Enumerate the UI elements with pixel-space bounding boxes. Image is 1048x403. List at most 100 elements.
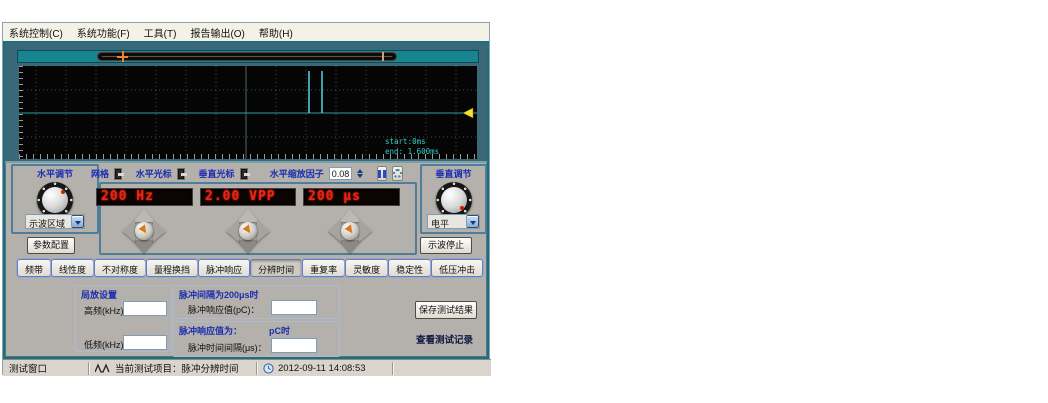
tab-asymmetry[interactable]: 不对称度 [94,259,146,277]
pulse-time-interval-input[interactable] [271,338,317,353]
menu-system-control[interactable]: 系统控制(C) [9,25,63,40]
tab-repetition-rate[interactable]: 重复率 [302,259,345,277]
arrow-down-icon[interactable] [133,240,155,253]
waveform-plot: start:0ms end: 1.600ms [19,66,477,159]
arrow-down-icon[interactable] [339,240,361,253]
pulse-response-title: 脉冲响应值为： [179,324,242,337]
pause-button[interactable] [377,166,387,181]
tab-resolution-time[interactable]: 分辨时间 [250,259,302,277]
scope-end-label: end: 1.600ms [385,147,439,156]
tab-frequency-band[interactable]: 频带 [17,259,51,277]
menu-tools[interactable]: 工具(T) [144,25,177,40]
h-zoom-label: 水平缩放因子 [270,167,324,180]
scope-area: start:0ms end: 1.600ms [5,43,487,163]
pad-center-button[interactable] [341,222,359,240]
knob-indicator-dot [61,190,65,194]
menu-report-output[interactable]: 报告输出(O) [190,25,244,40]
horizontal-adjust-knob[interactable] [37,182,73,218]
control-area: 水平调节 示波区域 网格 水平光标 [5,163,487,357]
tab-linearity[interactable]: 线性度 [51,259,94,277]
menu-system-function[interactable]: 系统功能(F) [77,25,130,40]
waveform-icon [95,363,111,373]
scope-region-select-value: 示波区域 [26,215,71,228]
hand-pointer-icon [242,224,253,235]
slider-range-bar[interactable] [97,52,397,61]
arrow-left-icon[interactable] [122,220,135,242]
arrow-right-icon[interactable] [257,220,270,242]
spinner-up-icon[interactable] [357,169,363,173]
status-datetime: 2012-09-11 14:08:53 [278,363,366,374]
arrow-up-icon[interactable] [133,209,155,222]
tab-range-switching[interactable]: 量程换挡 [146,259,198,277]
h-zoom-spinner[interactable] [357,167,363,180]
pulse-response-value-input[interactable] [271,300,317,315]
pulse-response-title-suffix: pC时 [269,324,290,337]
settings-button[interactable] [392,166,403,181]
arrow-up-icon[interactable] [339,209,361,222]
hand-pointer-icon [344,224,355,235]
pulse-response-value-label: 脉冲响应值(pC)： [188,303,260,316]
horizontal-pan-slider[interactable] [17,50,479,63]
interval-arrow-pad[interactable] [328,209,372,253]
spinner-down-icon[interactable] [357,174,363,178]
low-freq-label: 低频(kHz) [84,338,124,351]
tab-low-voltage-impulse[interactable]: 低压冲击 [431,259,483,277]
tab-stability[interactable]: 稳定性 [388,259,431,277]
grid-toggle-icon [118,173,124,176]
menu-help[interactable]: 帮助(H) [259,25,293,40]
h-cursor-toggle[interactable] [177,168,185,180]
arrow-up-icon[interactable] [237,209,259,222]
frequency-display: 200 Hz [96,188,193,206]
clock-icon [263,363,274,374]
arrow-left-icon[interactable] [226,220,239,242]
interval-display: 200 μs [303,188,400,206]
horizontal-adjust-title: 水平调节 [13,167,97,180]
chevron-down-icon[interactable] [71,215,84,228]
low-freq-input[interactable] [123,335,167,350]
arrow-left-icon[interactable] [328,220,341,242]
chevron-down-icon[interactable] [466,215,479,228]
scope-stop-button[interactable]: 示波停止 [420,237,472,254]
high-freq-input[interactable] [123,301,167,316]
pad-center-button[interactable] [239,222,257,240]
param-config-button[interactable]: 参数配置 [27,237,75,254]
v-cursor-toggle[interactable] [240,168,248,180]
grid-toggle[interactable] [114,168,122,180]
status-current-test-cell: 当前测试项目：脉冲分辨时间 [89,362,257,375]
scope-region-select[interactable]: 示波区域 [25,214,85,229]
knob-indicator-dot [460,206,464,210]
horizontal-adjust-panel: 水平调节 示波区域 [11,164,99,234]
pause-icon [378,170,381,178]
level-select[interactable]: 电平 [427,214,480,229]
amplitude-display: 2.00 VPP [200,188,296,206]
high-freq-label: 高频(kHz) [84,304,124,317]
pulse-time-interval-label: 脉冲时间间隔(μs)： [188,341,267,354]
vertical-adjust-knob[interactable] [436,182,472,218]
amplitude-arrow-pad[interactable] [226,209,270,253]
main-frame: start:0ms end: 1.600ms 水平调节 示波区域 [3,41,489,359]
arrow-right-icon[interactable] [359,220,372,242]
view-records-link[interactable]: 查看测试记录 [416,332,473,346]
tab-pulse-response[interactable]: 脉冲响应 [198,259,250,277]
h-cursor-label: 水平光标 [136,167,172,180]
frequency-arrow-pad[interactable] [122,209,166,253]
save-results-button[interactable]: 保存测试结果 [415,301,477,319]
scope-toolbar: 网格 水平光标 垂直光标 水平缩放因子 0.08 [91,165,403,182]
arrow-down-icon[interactable] [237,240,259,253]
pd-settings-group: 局放设置 高频(kHz) 低频(kHz) [75,285,172,352]
pulse-interval-group: 脉冲间隔为200μs时 脉冲响应值(pC)： [173,285,340,319]
h-zoom-value[interactable]: 0.08 [329,167,353,180]
oscilloscope-display[interactable]: start:0ms end: 1.600ms [19,66,477,159]
arrow-right-icon[interactable] [153,220,166,242]
pause-icon [383,170,386,178]
tab-sensitivity[interactable]: 灵敏度 [345,259,388,277]
hand-pointer-icon [138,224,149,235]
screen: 系统控制(C) 系统功能(F) 工具(T) 报告输出(O) 帮助(H) [0,0,1048,403]
test-item-tabs: 频带 线性度 不对称度 量程换挡 脉冲响应 分辨时间 重复率 灵敏度 稳定性 低… [17,259,475,279]
slider-cross-handle[interactable] [117,51,128,62]
status-filler [393,362,491,375]
vertical-adjust-title: 垂直调节 [422,167,485,180]
pad-center-button[interactable] [135,222,153,240]
status-current-test: 当前测试项目：脉冲分辨时间 [115,361,239,375]
pulse-response-group: 脉冲响应值为： pC时 脉冲时间间隔(μs)： [173,321,340,357]
